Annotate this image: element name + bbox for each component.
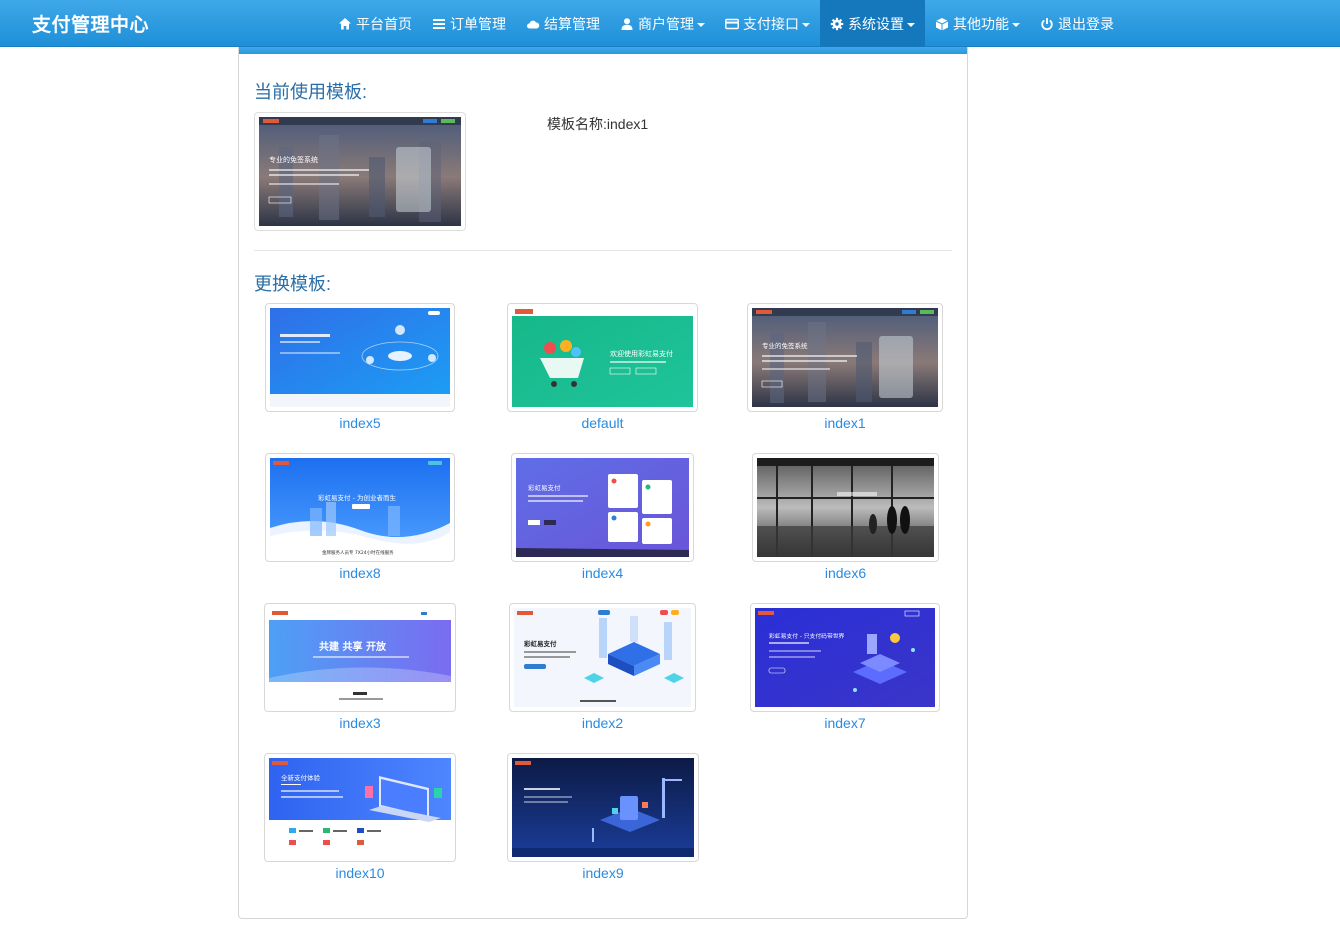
change-template-title: 更换模板: bbox=[254, 274, 332, 294]
template-preview-image: 欢迎使用彩虹易支付 bbox=[512, 308, 693, 407]
template-thumbnail[interactable]: 彩虹易支付 bbox=[509, 603, 696, 712]
template-name-label: 模板名称: bbox=[547, 116, 607, 132]
home-icon bbox=[339, 17, 351, 29]
template-thumbnail[interactable]: 欢迎使用彩虹易支付 bbox=[507, 303, 698, 412]
nav-pay-interface-label: 支付接口 bbox=[743, 15, 799, 32]
template-thumbnail[interactable] bbox=[265, 303, 455, 412]
template-name[interactable]: default bbox=[507, 415, 698, 431]
template-name-value: index1 bbox=[606, 116, 649, 132]
nav-home[interactable]: 平台首页 bbox=[328, 0, 422, 47]
chevron-down-icon bbox=[907, 22, 915, 27]
template-thumb-text: 欢迎使用彩虹易支付 bbox=[610, 349, 673, 358]
template-name[interactable]: index6 bbox=[752, 565, 939, 581]
template-thumb-text: 彩虹易支付 - 只支付码带世界 bbox=[769, 632, 845, 640]
template-preview-image: 专业的免签系统 bbox=[752, 308, 938, 407]
template-thumb-text: 专业的免签系统 bbox=[762, 341, 808, 350]
chevron-down-icon bbox=[697, 22, 705, 27]
template-option-index10[interactable]: 全新支付体验 index10 bbox=[264, 753, 456, 881]
template-thumbnail[interactable]: 彩虹易支付 - 只支付码带世界 bbox=[750, 603, 940, 712]
chevron-down-icon bbox=[1012, 22, 1020, 27]
template-thumb-text: 彩虹易支付 - 为创业者而生 bbox=[318, 493, 396, 502]
user-icon bbox=[621, 17, 633, 30]
template-name[interactable]: index9 bbox=[507, 865, 699, 881]
template-thumbnail[interactable] bbox=[507, 753, 699, 862]
template-name[interactable]: index1 bbox=[747, 415, 943, 431]
template-thumbnail[interactable]: 全新支付体验 bbox=[264, 753, 456, 862]
template-option-index6[interactable]: index6 bbox=[752, 453, 939, 581]
template-thumb-text: 全新支付体验 bbox=[281, 773, 321, 782]
template-option-index7[interactable]: 彩虹易支付 - 只支付码带世界 index7 bbox=[750, 603, 940, 731]
nav-merchants[interactable]: 商户管理 bbox=[610, 0, 715, 47]
main-nav: 平台首页 订单管理 结算管理 商户管理 支付接口 系统设置 其他功能 退出登录 bbox=[328, 0, 1124, 47]
template-thumbnail[interactable]: 彩虹易支付 bbox=[511, 453, 694, 562]
template-option-default[interactable]: 欢迎使用彩虹易支付 default bbox=[507, 303, 698, 431]
nav-home-label: 平台首页 bbox=[356, 15, 412, 32]
nav-orders-label: 订单管理 bbox=[450, 15, 506, 32]
nav-other-functions[interactable]: 其他功能 bbox=[925, 0, 1030, 47]
template-thumb-footer: 金牌服务人员专 7X24小时在线服务 bbox=[322, 549, 394, 556]
template-name[interactable]: index4 bbox=[511, 565, 694, 581]
template-thumb-text: 彩虹易支付 bbox=[523, 639, 557, 648]
cube-icon bbox=[935, 17, 949, 30]
template-name[interactable]: index10 bbox=[264, 865, 456, 881]
nav-settlement[interactable]: 结算管理 bbox=[516, 0, 610, 47]
gear-icon bbox=[830, 17, 844, 30]
current-template-name: 模板名称:index1 bbox=[547, 114, 648, 134]
nav-merchants-label: 商户管理 bbox=[638, 15, 694, 32]
template-preview-image: 彩虹易支付 - 只支付码带世界 bbox=[755, 608, 935, 707]
list-icon bbox=[433, 18, 445, 29]
template-option-index9[interactable]: index9 bbox=[507, 753, 699, 881]
template-option-index8[interactable]: 彩虹易支付 - 为创业者而生 金牌服务人员专 7X24小时在线服务 index8 bbox=[265, 453, 455, 581]
brand-title[interactable]: 支付管理中心 bbox=[32, 10, 149, 37]
template-thumb-text: 共建 共享 开放 bbox=[319, 640, 387, 653]
top-navbar: 支付管理中心 平台首页 订单管理 结算管理 商户管理 支付接口 系统设置 其他功… bbox=[0, 0, 1340, 47]
template-preview-image bbox=[757, 458, 934, 557]
template-thumbnail[interactable]: 彩虹易支付 - 为创业者而生 金牌服务人员专 7X24小时在线服务 bbox=[265, 453, 455, 562]
template-name[interactable]: index8 bbox=[265, 565, 455, 581]
power-icon bbox=[1041, 17, 1053, 30]
template-preview-image: 全新支付体验 bbox=[269, 758, 451, 857]
template-name[interactable]: index3 bbox=[264, 715, 456, 731]
template-option-index4[interactable]: 彩虹易支付 index4 bbox=[511, 453, 694, 581]
nav-logout[interactable]: 退出登录 bbox=[1030, 0, 1124, 47]
template-option-index2[interactable]: 彩虹易支付 index2 bbox=[509, 603, 696, 731]
template-option-index3[interactable]: 共建 共享 开放 index3 bbox=[264, 603, 456, 731]
current-template-preview-image: 专业的免签系统 bbox=[259, 117, 461, 226]
chevron-down-icon bbox=[802, 22, 810, 27]
template-preview-image bbox=[270, 308, 450, 407]
template-settings-panel: 当前使用模板: 专业的免签系统 模板名称:index1 更换模板: index5… bbox=[238, 47, 968, 919]
template-preview-image: 彩虹易支付 - 为创业者而生 金牌服务人员专 7X24小时在线服务 bbox=[270, 458, 450, 557]
panel-heading-bar bbox=[239, 47, 967, 54]
template-thumb-text: 彩虹易支付 bbox=[528, 483, 561, 492]
nav-orders[interactable]: 订单管理 bbox=[422, 0, 516, 47]
template-preview-image bbox=[512, 758, 694, 857]
template-thumbnail[interactable]: 共建 共享 开放 bbox=[264, 603, 456, 712]
nav-pay-interface[interactable]: 支付接口 bbox=[715, 0, 820, 47]
nav-settlement-label: 结算管理 bbox=[544, 15, 600, 32]
cloud-icon bbox=[527, 20, 540, 28]
current-thumb-text: 专业的免签系统 bbox=[269, 155, 318, 164]
nav-system-settings-label: 系统设置 bbox=[848, 15, 904, 32]
template-preview-image: 共建 共享 开放 bbox=[269, 608, 451, 707]
current-template-title: 当前使用模板: bbox=[254, 82, 368, 102]
template-preview-image: 彩虹易支付 bbox=[514, 608, 691, 707]
section-divider bbox=[254, 250, 952, 251]
nav-other-functions-label: 其他功能 bbox=[953, 15, 1009, 32]
template-name[interactable]: index5 bbox=[265, 415, 455, 431]
template-name[interactable]: index2 bbox=[509, 715, 696, 731]
template-thumbnail[interactable] bbox=[752, 453, 939, 562]
nav-logout-label: 退出登录 bbox=[1058, 15, 1114, 32]
credit-card-icon bbox=[725, 18, 739, 29]
template-preview-image: 彩虹易支付 bbox=[516, 458, 689, 557]
nav-system-settings[interactable]: 系统设置 bbox=[820, 0, 925, 47]
template-name[interactable]: index7 bbox=[750, 715, 940, 731]
current-template-thumbnail: 专业的免签系统 bbox=[254, 112, 466, 231]
template-thumbnail[interactable]: 专业的免签系统 bbox=[747, 303, 943, 412]
template-option-index1[interactable]: 专业的免签系统 index1 bbox=[747, 303, 943, 431]
template-option-index5[interactable]: index5 bbox=[265, 303, 455, 431]
